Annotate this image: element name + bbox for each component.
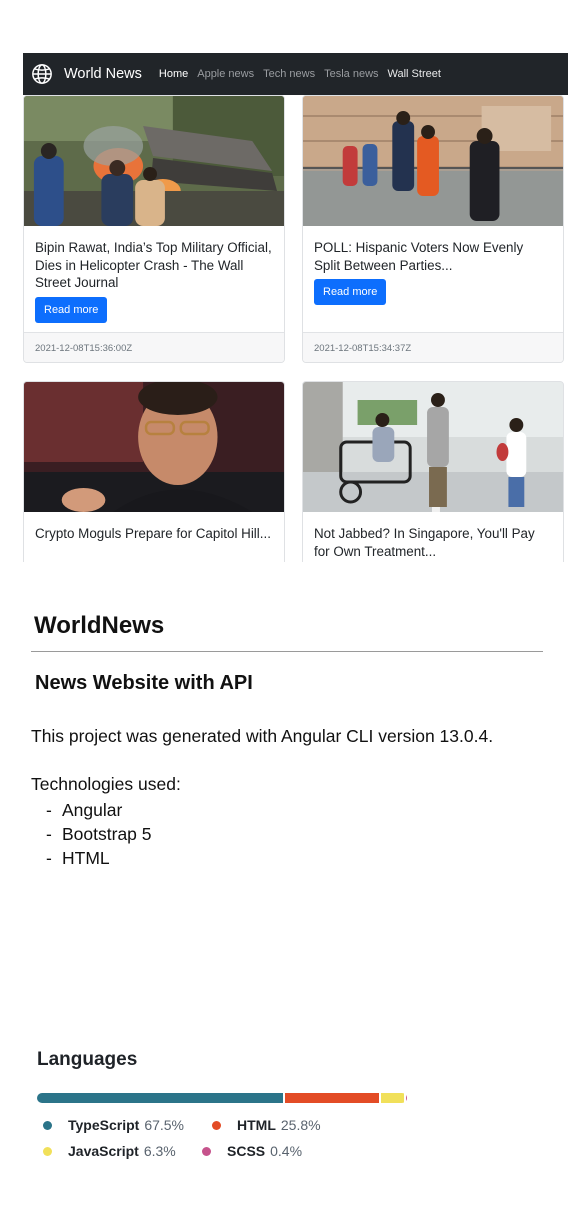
language-dot [43, 1146, 52, 1156]
tech-name: HTML [62, 848, 110, 868]
nav-link-tesla-news[interactable]: Tesla news [324, 68, 378, 80]
language-percent: 67.5% [144, 1117, 185, 1133]
language-typescript[interactable]: TypeScript 67.5% [43, 1117, 184, 1133]
languages-bar [37, 1093, 407, 1103]
languages-title: Languages [37, 1049, 138, 1070]
card-body: Not Jabbed? In Singapore, You'll Pay for… [303, 512, 563, 562]
tech-list-item: - Bootstrap 5 [46, 824, 152, 844]
language-dot [212, 1120, 221, 1130]
card-title: POLL: Hispanic Voters Now Evenly Split B… [314, 240, 524, 273]
language-percent: 25.8% [280, 1117, 321, 1133]
navbar-brand[interactable]: World News [31, 63, 151, 85]
readme-subtitle: News Website with API [35, 672, 253, 694]
nav-links: Home Apple news Tech news Tesla news Wal… [151, 68, 441, 80]
card-title: Bipin Rawat, India’s Top Military Offici… [35, 240, 272, 290]
language-dot [43, 1120, 52, 1130]
language-javascript[interactable]: JavaScript 6.3% [43, 1143, 176, 1159]
language-dot [202, 1146, 211, 1156]
tech-heading: Technologies used: [31, 774, 181, 794]
language-name: JavaScript [68, 1143, 139, 1159]
news-card: POLL: Hispanic Voters Now Evenly Split B… [302, 95, 564, 363]
language-bar-segment-javascript [380, 1093, 404, 1103]
readme-title: WorldNews [34, 612, 165, 639]
language-name: TypeScript [68, 1117, 140, 1133]
nav-link-apple-news[interactable]: Apple news [197, 68, 254, 80]
read-more-button[interactable]: Read more [314, 279, 387, 305]
tech-list: - Angular - Bootstrap 5 - HTML [46, 798, 152, 870]
readme-divider [31, 651, 543, 652]
tech-list-item: - HTML [46, 848, 110, 868]
read-more-button[interactable]: Read more [35, 296, 108, 323]
tech-name: Angular [62, 800, 123, 820]
masked-people-hospital-image [303, 382, 563, 512]
card-date: 2021-12-08T15:34:37Z [303, 332, 563, 362]
globe-icon [32, 64, 52, 84]
navbar: World News Home Apple news Tech news Tes… [23, 53, 568, 95]
language-bar-segment-html [284, 1093, 379, 1103]
language-html[interactable]: HTML 25.8% [212, 1117, 321, 1133]
language-bar-segment-scss [405, 1093, 407, 1103]
news-card: Bipin Rawat, India’s Top Military Offici… [23, 95, 285, 363]
language-percent: 6.3% [143, 1143, 176, 1159]
helicopter-crash-image [24, 96, 284, 226]
news-card: Not Jabbed? In Singapore, You'll Pay for… [302, 381, 564, 562]
language-bar-segment-typescript [37, 1093, 283, 1103]
tech-name: Bootstrap 5 [62, 824, 152, 844]
card-body: Bipin Rawat, India’s Top Military Offici… [24, 226, 284, 333]
card-body: Crypto Moguls Prepare for Capitol Hill..… [24, 512, 284, 553]
card-title: Crypto Moguls Prepare for Capitol Hill..… [35, 526, 271, 541]
language-name: SCSS [227, 1143, 266, 1159]
language-scss[interactable]: SCSS 0.4% [202, 1143, 302, 1159]
news-card: Crypto Moguls Prepare for Capitol Hill..… [23, 381, 285, 562]
readme-paragraph: This project was generated with Angular … [31, 726, 494, 746]
tech-list-item: - Angular [46, 800, 123, 820]
voters-in-line-image [303, 96, 563, 226]
card-body: POLL: Hispanic Voters Now Evenly Split B… [303, 226, 563, 315]
nav-link-wall-street[interactable]: Wall Street [388, 68, 441, 80]
nav-link-tech-news[interactable]: Tech news [263, 68, 315, 80]
nav-link-home[interactable]: Home [159, 68, 188, 80]
card-title: Not Jabbed? In Singapore, You'll Pay for… [314, 526, 535, 559]
speaker-with-headset-image [24, 382, 284, 512]
card-date: 2021-12-08T15:36:00Z [24, 332, 284, 362]
language-name: HTML [237, 1117, 276, 1133]
brand-label: World News [64, 66, 142, 82]
language-percent: 0.4% [270, 1143, 303, 1159]
news-grid: Bipin Rawat, India’s Top Military Offici… [23, 95, 568, 562]
